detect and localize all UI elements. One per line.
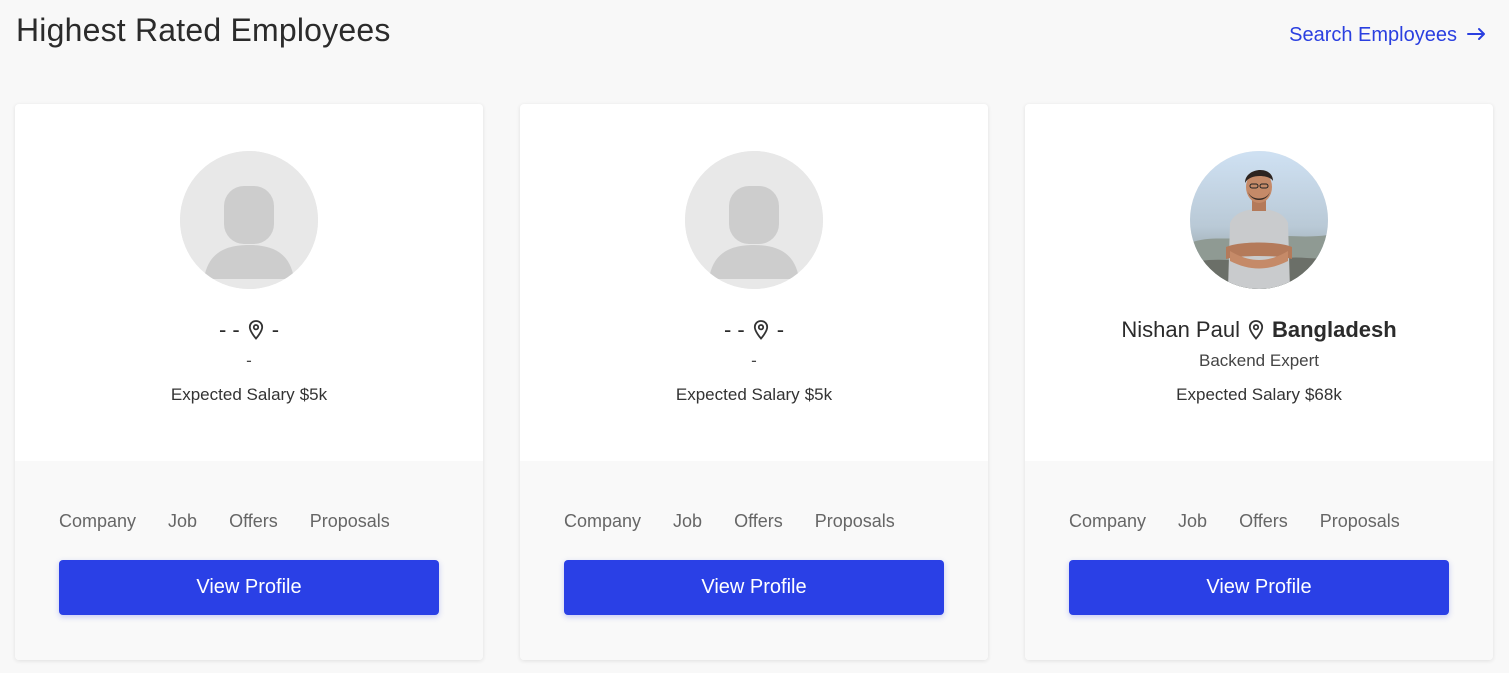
employee-name: Nishan Paul bbox=[1121, 317, 1240, 342]
name-location-line: Nishan Paul Bangladesh bbox=[1121, 315, 1396, 345]
stat-proposals: Proposals bbox=[814, 511, 895, 531]
salary-label: Expected Salary bbox=[675, 385, 800, 404]
stat-company: Company bbox=[59, 511, 137, 531]
expected-salary: Expected Salary $5k bbox=[171, 385, 327, 405]
stat-company: Company bbox=[564, 511, 642, 531]
expected-salary: Expected Salary $68k bbox=[1176, 385, 1342, 405]
placeholder-avatar bbox=[685, 151, 823, 289]
salary-label: Expected Salary bbox=[1176, 385, 1300, 404]
employee-stats: Company Job Offers Proposals bbox=[564, 511, 944, 532]
employee-country: - bbox=[776, 317, 785, 342]
photo-avatar bbox=[1190, 151, 1328, 289]
stat-company: Company bbox=[1069, 511, 1147, 531]
salary-value: $5k bbox=[804, 385, 833, 404]
stat-offers: Offers bbox=[229, 511, 278, 531]
stat-offers: Offers bbox=[734, 511, 783, 531]
stat-job: Job bbox=[673, 511, 703, 531]
stat-job: Job bbox=[1178, 511, 1208, 531]
employee-card: - - - - Expected Salary $5k Company Job … bbox=[520, 104, 988, 660]
employee-country: - bbox=[271, 317, 280, 342]
employee-card: Nishan Paul Bangladesh Backend Expert Ex… bbox=[1025, 104, 1493, 660]
employee-card-actions: Company Job Offers Proposals View Profil… bbox=[520, 461, 988, 660]
search-employees-link[interactable]: Search Employees bbox=[1289, 24, 1487, 47]
employee-card-actions: Company Job Offers Proposals View Profil… bbox=[1025, 461, 1493, 660]
salary-value: $5k bbox=[299, 385, 328, 404]
expected-salary: Expected Salary $5k bbox=[676, 385, 832, 405]
employee-cards: - - - - Expected Salary $5k Company Job … bbox=[15, 104, 1493, 660]
name-location-line: - - - bbox=[724, 315, 784, 345]
salary-value: $68k bbox=[1304, 385, 1342, 404]
employee-country: Bangladesh bbox=[1271, 317, 1397, 342]
employee-card-actions: Company Job Offers Proposals View Profil… bbox=[15, 461, 483, 660]
employee-stats: Company Job Offers Proposals bbox=[59, 511, 439, 532]
employee-stats: Company Job Offers Proposals bbox=[1069, 511, 1449, 532]
stat-job: Job bbox=[168, 511, 198, 531]
map-pin-icon bbox=[1248, 320, 1264, 340]
stat-offers: Offers bbox=[1239, 511, 1288, 531]
view-profile-button[interactable]: View Profile bbox=[59, 560, 439, 615]
page-title: Highest Rated Employees bbox=[16, 12, 391, 48]
map-pin-icon bbox=[753, 320, 769, 340]
employee-card-info: - - - - Expected Salary $5k bbox=[520, 104, 988, 461]
employee-role: Backend Expert bbox=[1198, 351, 1319, 370]
stat-proposals: Proposals bbox=[1319, 511, 1400, 531]
map-pin-icon bbox=[248, 320, 264, 340]
employee-card-info: - - - - Expected Salary $5k bbox=[15, 104, 483, 461]
salary-label: Expected Salary bbox=[170, 385, 295, 404]
employee-card: - - - - Expected Salary $5k Company Job … bbox=[15, 104, 483, 660]
view-profile-button[interactable]: View Profile bbox=[1069, 560, 1449, 615]
employee-name: - - bbox=[218, 317, 240, 342]
search-employees-label: Search Employees bbox=[1289, 24, 1457, 46]
arrow-right-icon bbox=[1467, 24, 1487, 47]
employee-name: - - bbox=[723, 317, 745, 342]
stat-proposals: Proposals bbox=[309, 511, 390, 531]
employee-card-info: Nishan Paul Bangladesh Backend Expert Ex… bbox=[1025, 104, 1493, 461]
employee-role: - bbox=[246, 351, 252, 370]
placeholder-avatar bbox=[180, 151, 318, 289]
name-location-line: - - - bbox=[219, 315, 279, 345]
view-profile-button[interactable]: View Profile bbox=[564, 560, 944, 615]
employee-role: - bbox=[751, 351, 757, 370]
